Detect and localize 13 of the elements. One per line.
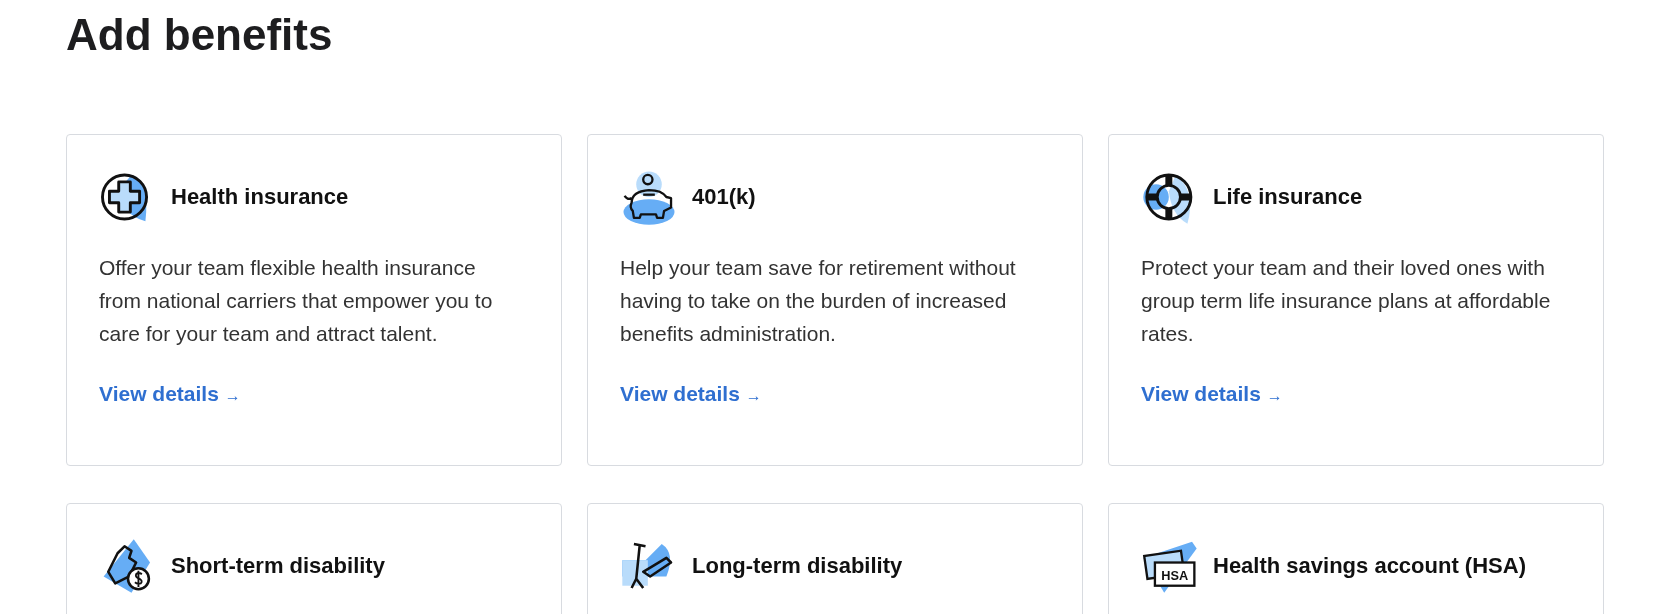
card-title: Health savings account (HSA) <box>1213 553 1526 579</box>
view-details-link[interactable]: View details → <box>620 382 762 406</box>
view-details-link[interactable]: View details → <box>1141 382 1283 406</box>
card-title: Life insurance <box>1213 184 1363 210</box>
card-title: Health insurance <box>171 184 349 210</box>
card-title: Short-term disability <box>171 553 385 579</box>
card-title: 401(k) <box>692 184 756 210</box>
card-description: Protect your team and their loved ones with group term life insurance plans at affordable rates. <box>1141 255 1552 347</box>
card-description: Offer your team flexible health insurance from national carriers that empower you to care for your team and attract talent. <box>99 255 494 347</box>
card-description: Help your team save for retirement without having to take on the burden of increased benefits administration. <box>620 255 1017 347</box>
card-title: Long-term disability <box>692 553 903 579</box>
page-title: Add benefits <box>66 9 334 61</box>
view-details-link[interactable]: View details → <box>99 382 241 406</box>
